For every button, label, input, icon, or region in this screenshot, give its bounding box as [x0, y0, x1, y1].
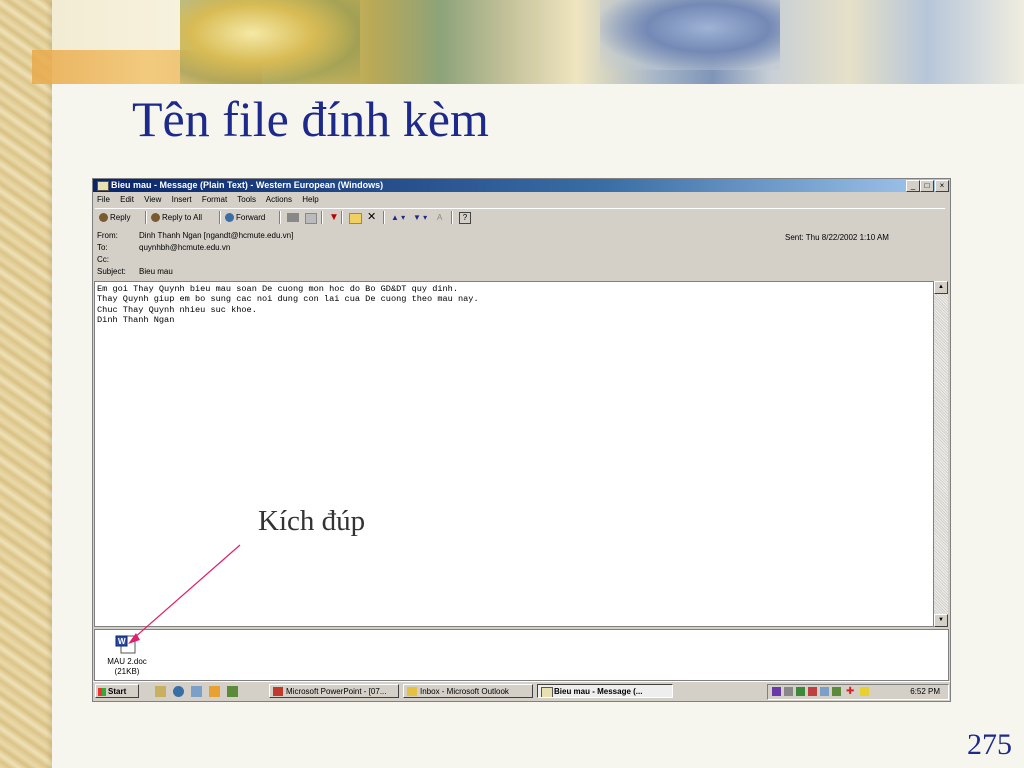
- arrow-line: [133, 544, 241, 639]
- pointer-arrow: [128, 544, 241, 644]
- page-number: 275: [967, 728, 1012, 761]
